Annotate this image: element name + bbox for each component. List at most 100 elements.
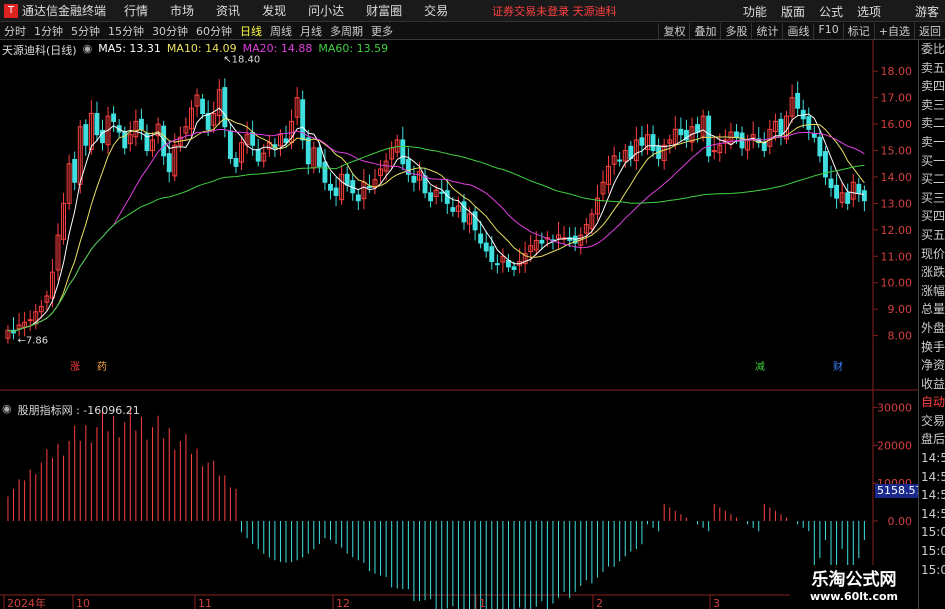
menu-market[interactable]: 市场 — [170, 2, 194, 19]
side-panel-item[interactable]: 15:00 — [919, 542, 945, 561]
side-panel-item[interactable]: 卖五 — [919, 59, 945, 78]
menu-wealth[interactable]: 财富圈 — [366, 2, 402, 19]
toolbar-multi-stock[interactable]: 多股 — [720, 23, 751, 39]
menu-function[interactable]: 功能 — [743, 3, 767, 20]
period-tab-more[interactable]: 更多 — [367, 23, 397, 39]
ma60-label: MA60: 13.59 — [318, 42, 389, 55]
side-panel-item[interactable]: 涨跌 — [919, 263, 945, 282]
toolbar-stats[interactable]: 统计 — [751, 23, 782, 39]
side-panel-item[interactable]: 自动 — [919, 393, 945, 412]
event-tag: 涨 — [70, 361, 80, 373]
candle-body — [27, 319, 33, 322]
side-panel-item[interactable]: 委比 — [919, 40, 945, 59]
menu-ask[interactable]: 问小达 — [308, 2, 344, 19]
period-toolbar: 分时 1分钟 5分钟 15分钟 30分钟 60分钟 日线 周线 月线 多周期 更… — [0, 22, 945, 40]
side-panel-item[interactable]: 总量 — [919, 300, 945, 319]
side-panel-item[interactable]: 15:00 — [919, 561, 945, 580]
period-tab-multi[interactable]: 多周期 — [326, 23, 367, 39]
candle-body — [250, 132, 256, 146]
legend-toggle-icon[interactable]: ◉ — [83, 42, 93, 58]
ma10-label: MA10: 14.09 — [166, 42, 237, 55]
indicator-toggle-icon[interactable]: ◉ — [2, 402, 12, 418]
menu-options[interactable]: 选项 — [857, 3, 881, 20]
side-panel-item[interactable]: 卖二 — [919, 114, 945, 133]
toolbar-mark[interactable]: 标记 — [842, 23, 874, 39]
toolbar-overlay[interactable]: 叠加 — [689, 23, 720, 39]
menu-discover[interactable]: 发现 — [262, 2, 286, 19]
candle-body — [227, 130, 233, 159]
period-tab-weekly[interactable]: 周线 — [266, 23, 296, 39]
side-panel-item[interactable]: 涨幅 — [919, 282, 945, 301]
side-panel-item[interactable]: 外盘 — [919, 319, 945, 338]
side-panel-item[interactable]: 14:56 — [919, 505, 945, 524]
period-tab-monthly[interactable]: 月线 — [296, 23, 326, 39]
side-panel-item[interactable]: 买四 — [919, 207, 945, 226]
menu-news[interactable]: 资讯 — [216, 2, 240, 19]
side-panel-item[interactable]: 买三 — [919, 189, 945, 208]
candle-body — [72, 159, 78, 183]
candle-body — [94, 113, 100, 136]
period-tab-intraday[interactable]: 分时 — [0, 23, 30, 39]
side-panel-item[interactable]: 收益 — [919, 375, 945, 394]
candle-body — [511, 266, 517, 270]
y-tick-label: 18.00 — [881, 65, 913, 78]
toolbar-draw[interactable]: 画线 — [782, 23, 813, 39]
chart-area[interactable]: 18.0017.0016.0015.0014.0013.0012.0011.00… — [0, 40, 918, 609]
side-panel-item[interactable]: 卖三 — [919, 96, 945, 115]
candle-body — [856, 183, 862, 194]
candle-body — [706, 115, 712, 157]
candle-body — [344, 173, 350, 186]
side-panel-item[interactable]: 14:56 — [919, 449, 945, 468]
date-tick-label: 1 — [479, 597, 486, 609]
side-panel-item[interactable]: 交易 — [919, 412, 945, 431]
side-panel-item[interactable]: 现价 — [919, 245, 945, 264]
side-panel-item[interactable]: 14:56 — [919, 486, 945, 505]
toolbar-add-watchlist[interactable]: +自选 — [873, 23, 914, 39]
period-tab-60min[interactable]: 60分钟 — [192, 23, 236, 39]
side-panel-item[interactable]: 净资 — [919, 356, 945, 375]
side-panel-item[interactable]: 买二 — [919, 170, 945, 189]
menu-trade[interactable]: 交易 — [424, 2, 448, 19]
date-tick-label: 11 — [198, 597, 212, 609]
indicator-legend: ◉ 股朋指标网 : -16096.21 — [2, 402, 140, 418]
candle-body — [111, 113, 117, 122]
side-panel-item[interactable]: 14:56 — [919, 468, 945, 487]
side-panel-item[interactable]: 换手 — [919, 338, 945, 357]
menu-formula[interactable]: 公式 — [819, 3, 843, 20]
candle-body — [333, 187, 339, 196]
date-tick-label: 3 — [713, 597, 720, 609]
menu-quotes[interactable]: 行情 — [124, 2, 148, 19]
period-tab-1min[interactable]: 1分钟 — [30, 23, 67, 39]
guest-label[interactable]: 游客 — [915, 3, 939, 20]
side-panel-item[interactable]: 买五 — [919, 226, 945, 245]
period-tab-15min[interactable]: 15分钟 — [104, 23, 148, 39]
low-annotation: ←7.86 — [18, 335, 49, 346]
period-tab-daily[interactable]: 日线 — [236, 23, 266, 39]
side-panel-item[interactable]: 买一 — [919, 152, 945, 171]
period-tab-30min[interactable]: 30分钟 — [148, 23, 192, 39]
candle-body — [411, 175, 417, 183]
candle-body — [845, 192, 851, 204]
candle-body — [617, 159, 623, 162]
candle-body — [695, 124, 700, 133]
indicator-y-tick-label: 0.00 — [888, 515, 913, 528]
toolbar-f10[interactable]: F10 — [813, 23, 842, 39]
period-tab-5min[interactable]: 5分钟 — [67, 23, 104, 39]
side-panel-item[interactable]: 卖一 — [919, 133, 945, 152]
toolbar-back[interactable]: 返回 — [914, 23, 945, 39]
candle-body — [400, 139, 406, 165]
candle-body — [439, 191, 445, 194]
candle-body — [489, 246, 495, 263]
side-panel-item[interactable]: 15:00 — [919, 523, 945, 542]
y-tick-label: 14.00 — [881, 171, 913, 184]
menu-bar: T 通达信金融终端 行情 市场 资讯 发现 问小达 财富圈 交易 证券交易未登录… — [0, 0, 945, 22]
candle-body — [494, 263, 500, 266]
side-panel-item[interactable]: 盘后 — [919, 430, 945, 449]
candle-body — [811, 133, 817, 138]
toolbar-adjust[interactable]: 复权 — [658, 23, 689, 39]
candle-body — [428, 192, 434, 202]
ma20-label: MA20: 14.88 — [242, 42, 313, 55]
candle-body — [366, 185, 372, 189]
menu-layout[interactable]: 版面 — [781, 3, 805, 20]
side-panel-item[interactable]: 卖四 — [919, 77, 945, 96]
